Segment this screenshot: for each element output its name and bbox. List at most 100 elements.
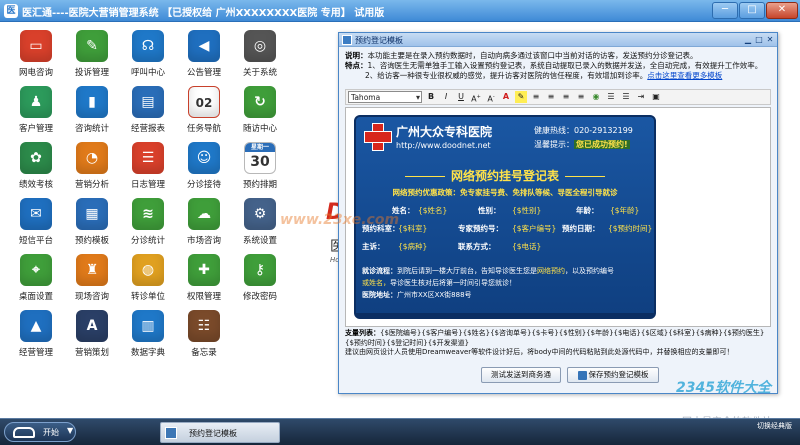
desktop-icon-pie-chart[interactable]: ◔ 营销分析: [64, 142, 120, 198]
desktop-icon-refresh[interactable]: ↻ 随访中心: [232, 86, 288, 142]
switch-classic-link[interactable]: 切换经典版: [757, 421, 792, 431]
italic-button[interactable]: I: [440, 91, 452, 103]
bold-button[interactable]: B: [425, 91, 437, 103]
desktop-icon-app[interactable]: A 营销策划: [64, 310, 120, 366]
desktop-icon-label: 绩效考核: [18, 180, 53, 190]
window-title: 医汇通----医院大营销管理系统 【已授权给 广州XXXXXXXX医院 专用】 …: [22, 8, 385, 19]
form-field-label: 联系方式：: [458, 242, 496, 251]
align-left-icon[interactable]: ≡: [530, 91, 542, 103]
notice-line2: 导诊医生核对后将第一时间引导您就诊！: [390, 279, 516, 287]
desktop-icon-flower[interactable]: ✿ 绩效考核: [8, 142, 64, 198]
dialog-maximize-button[interactable]: □: [754, 35, 764, 45]
dialog-minimize-button[interactable]: ▁: [743, 35, 753, 45]
desktop-icon-label: 营销策划: [74, 348, 109, 358]
desktop-icon-key[interactable]: ⚷ 修改密码: [232, 254, 288, 310]
desktop-icon-address-book[interactable]: ☷ 备忘录: [176, 310, 232, 366]
align-justify-icon[interactable]: ≡: [575, 91, 587, 103]
desktop-icon-template[interactable]: ▦ 预约模板: [64, 198, 120, 254]
form-field-value: {$科室}: [398, 224, 428, 233]
test-send-button[interactable]: 测试发送到商务通: [481, 367, 561, 383]
more-templates-link[interactable]: 点击这里查看更多模板: [647, 71, 722, 80]
minimize-button[interactable]: ─: [712, 2, 738, 19]
insert-image-icon[interactable]: ▣: [650, 91, 662, 103]
desktop-icon-notepad[interactable]: ✎ 投诉管理: [64, 30, 120, 86]
desktop-icon-label: 分诊接待: [186, 180, 221, 190]
desktop-icon-monitor[interactable]: ▭ 网电咨询: [8, 30, 64, 86]
desktop-icon-calendar-30[interactable]: 星期一 30 预约排期: [232, 142, 288, 198]
unordered-list-icon[interactable]: ☰: [620, 91, 632, 103]
desktop-icon-layers[interactable]: ≋ 分诊统计: [120, 198, 176, 254]
taskbar: 开始 ▼ 预约登记模板 切换经典版: [0, 418, 800, 445]
card-bottom-bar: [356, 313, 654, 317]
desktop-icon-stamp[interactable]: ▲ 经营管理: [8, 310, 64, 366]
calendar-30-icon: 星期一 30: [244, 142, 276, 174]
dialog-close-button[interactable]: ✕: [765, 35, 775, 45]
desktop-icon-label: 投诉管理: [74, 68, 109, 78]
desktop-icon-reception[interactable]: ☺ 分诊接待: [176, 142, 232, 198]
vars-label: 支量列表：: [345, 329, 380, 337]
start-button[interactable]: 开始 ▼: [4, 422, 76, 442]
desktop-icon-globe[interactable]: ◍ 转诊单位: [120, 254, 176, 310]
desktop-icon-label: 客户管理: [18, 124, 53, 134]
desktop-icon-bar-chart[interactable]: ▮ 咨询统计: [64, 86, 120, 142]
ordered-list-icon[interactable]: ☰: [605, 91, 617, 103]
camera-icon: ◎: [244, 30, 276, 62]
desktop-icon-chair[interactable]: ♜ 现场咨询: [64, 254, 120, 310]
maximize-button[interactable]: □: [739, 2, 765, 19]
desktop-icon-chart-report[interactable]: ▤ 经营报表: [120, 86, 176, 142]
desktop-icon-camera[interactable]: ◎ 关于系统: [232, 30, 288, 86]
log-icon: ☰: [132, 142, 164, 174]
indent-icon[interactable]: ⇥: [635, 91, 647, 103]
calendar-day: 30: [250, 154, 270, 170]
font-color-icon[interactable]: A: [500, 91, 512, 103]
visit-notice: 就诊流程：到院后请到一楼大厅前台，告知导诊医生您是网络预约，以及预约编号 或姓名…: [362, 265, 652, 301]
save-icon: [577, 370, 587, 380]
desktop-icon-megaphone[interactable]: ◀ 公告管理: [176, 30, 232, 86]
desktop-icon-map[interactable]: ⌖ 桌面设置: [8, 254, 64, 310]
font-family-select[interactable]: Tahoma: [348, 91, 422, 103]
layers-icon: ≋: [132, 198, 164, 230]
books-icon: ▥: [132, 310, 164, 342]
megaphone-icon: ◀: [188, 30, 220, 62]
desktop-icon-sms[interactable]: ✉ 短信平台: [8, 198, 64, 254]
insert-link-icon[interactable]: ◉: [590, 91, 602, 103]
underline-button[interactable]: U: [455, 91, 467, 103]
template-editor[interactable]: 广州大众专科医院 http://www.doodnet.net 健康热线：020…: [345, 107, 771, 327]
desktop-icon-log[interactable]: ☰ 日志管理: [120, 142, 176, 198]
desktop-icon-label: 呼叫中心: [130, 68, 165, 78]
font-grow-icon[interactable]: A+: [470, 91, 482, 104]
features-label: 特点：: [345, 61, 368, 70]
desktop-icon-users[interactable]: ♟ 客户管理: [8, 86, 64, 142]
window-title-bar: 医 医汇通----医院大营销管理系统 【已授权给 广州XXXXXXXX医院 专用…: [0, 0, 800, 22]
desktop-icon-chat[interactable]: ☁ 市场咨询: [176, 198, 232, 254]
form-field-label: 性别：: [478, 206, 501, 215]
tip-text: 温馨提示： 您已成功预约!: [534, 139, 630, 150]
dialog-title-bar: 预约登记模板 ▁ □ ✕: [339, 33, 777, 47]
globe-icon: ◍: [132, 254, 164, 286]
form-field-value: {$年龄}: [610, 206, 640, 215]
form-field-value: {$性别}: [512, 206, 542, 215]
align-right-icon[interactable]: ≡: [560, 91, 572, 103]
font-shrink-icon[interactable]: A-: [485, 91, 497, 104]
address-label: 医院地址：: [362, 291, 397, 299]
desktop-icon-label: 数据字典: [130, 348, 165, 358]
start-label: 开始: [43, 428, 59, 437]
hospital-name: 广州大众专科医院: [396, 125, 493, 139]
save-template-button[interactable]: 保存预约登记模板: [567, 367, 659, 383]
close-button[interactable]: ✕: [766, 2, 798, 19]
desktop-icon-label: 分诊统计: [130, 236, 165, 246]
desktop-icon-calendar[interactable]: 02 任务导航: [176, 86, 232, 142]
template-icon: [165, 427, 177, 439]
highlight-icon[interactable]: ✎: [515, 91, 527, 103]
notice-line2-highlight: 或姓名，: [362, 279, 390, 287]
taskbar-item-appointment-template[interactable]: 预约登记模板: [160, 422, 280, 443]
desktop-icon-headset[interactable]: ☊ 呼叫中心: [120, 30, 176, 86]
align-center-icon[interactable]: ≡: [545, 91, 557, 103]
pie-chart-icon: ◔: [76, 142, 108, 174]
notice-text: 到院后请到一楼大厅前台，告知导诊医生您是: [397, 267, 537, 275]
save-template-label: 保存预约登记模板: [588, 370, 649, 379]
desktop-icon-label: 权限管理: [186, 292, 221, 302]
card-header: 广州大众专科医院 http://www.doodnet.net 健康热线：020…: [356, 117, 654, 163]
desktop-icon-puzzle[interactable]: ✚ 权限管理: [176, 254, 232, 310]
desktop-icon-books[interactable]: ▥ 数据字典: [120, 310, 176, 366]
